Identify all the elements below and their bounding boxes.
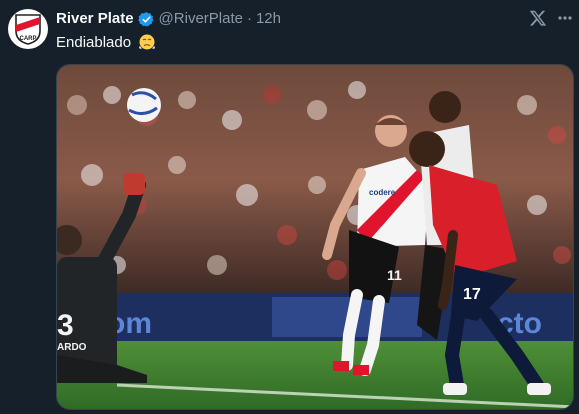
tweet-text: Endiablado: [56, 33, 156, 53]
timestamp[interactable]: 12h: [256, 9, 281, 29]
goalkeeper-shirt-text: ARDO: [57, 342, 87, 353]
red-player-number: 17: [463, 286, 481, 303]
verified-badge-icon: [137, 11, 153, 27]
account-handle[interactable]: @RiverPlate: [159, 9, 243, 29]
football-match-photo: om cto 3 ARDO codere 11 17: [57, 65, 573, 409]
separator-dot: ·: [246, 10, 252, 27]
avatar[interactable]: CARP: [8, 9, 48, 49]
tweet-text-content: Endiablado: [56, 34, 132, 51]
x-logo-icon[interactable]: [529, 8, 547, 28]
more-options-icon[interactable]: [557, 8, 573, 28]
tweet-card[interactable]: CARP River Plate @RiverPlate · 12h Endia…: [0, 0, 579, 414]
tweet-header: River Plate @RiverPlate · 12h: [56, 9, 281, 29]
river-plate-crest-icon: CARP: [15, 14, 41, 45]
steam-from-nose-emoji-icon: [139, 34, 156, 50]
svg-text:CARP: CARP: [19, 36, 36, 42]
goalkeeper-number: 3: [57, 309, 74, 342]
football: [127, 88, 161, 122]
display-name[interactable]: River Plate: [56, 9, 134, 29]
tweet-media-photo[interactable]: om cto 3 ARDO codere 11 17: [56, 64, 574, 410]
river-shirt-sponsor: codere: [369, 188, 396, 197]
river-player-number: 11: [387, 267, 402, 283]
